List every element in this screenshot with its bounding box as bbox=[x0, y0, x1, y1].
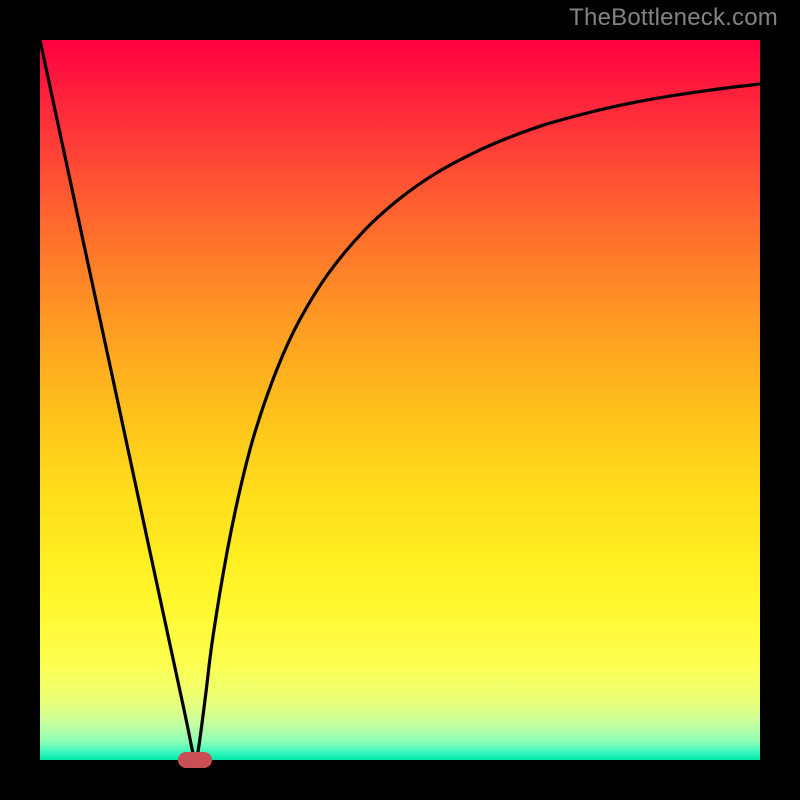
chart-frame: TheBottleneck.com bbox=[0, 0, 800, 800]
bottleneck-curve bbox=[40, 40, 760, 760]
minimum-marker bbox=[178, 752, 212, 768]
plot-area bbox=[40, 40, 760, 760]
watermark-text: TheBottleneck.com bbox=[569, 4, 778, 32]
